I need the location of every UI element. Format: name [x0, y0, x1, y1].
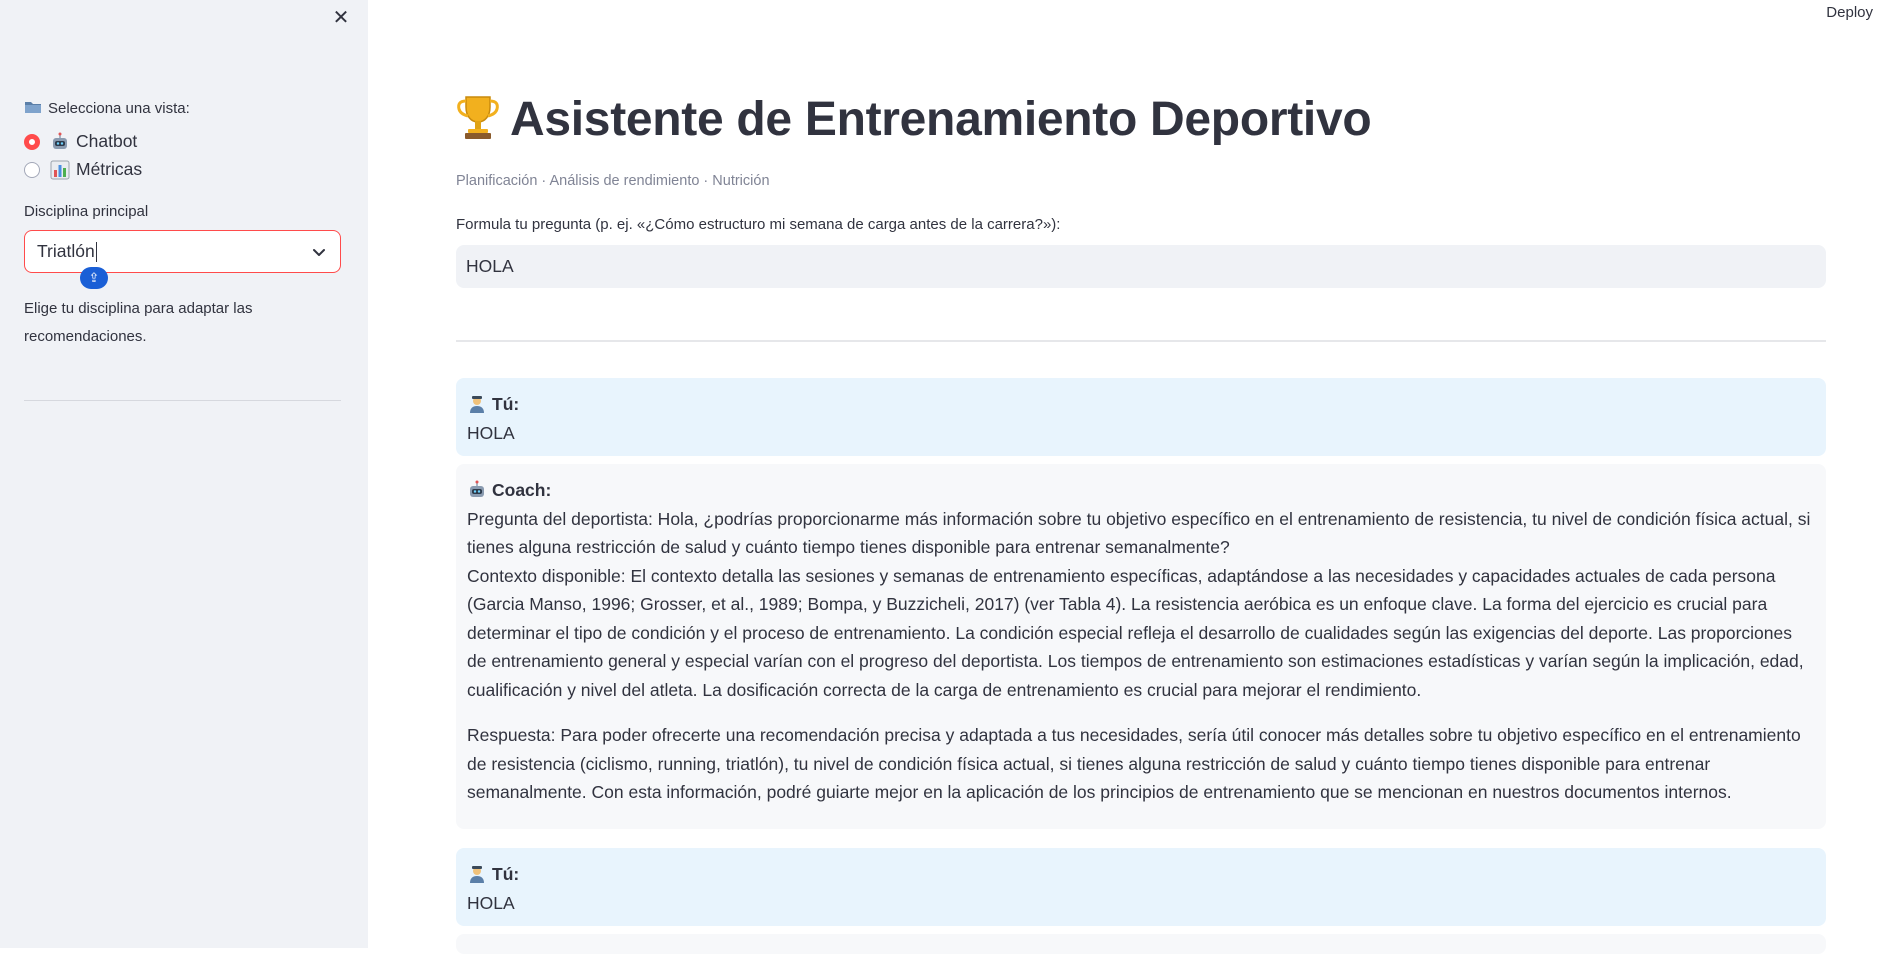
message-author: Coach:: [467, 476, 1815, 505]
robot-icon: [470, 480, 484, 498]
radio-label-chatbot: Chatbot: [76, 131, 138, 151]
discipline-select-value: Triatlón: [37, 241, 310, 263]
deploy-button[interactable]: Deploy: [1826, 4, 1873, 21]
coach-answer-line: Respuesta: Para poder ofrecerte una reco…: [467, 725, 1801, 802]
user-icon: [470, 866, 484, 884]
close-sidebar-button[interactable]: ✕: [329, 6, 353, 30]
input-assist-badge-icon[interactable]: ⇪: [80, 267, 108, 289]
discipline-label: Disciplina principal: [24, 203, 149, 220]
question-input[interactable]: [456, 245, 1826, 288]
radio-label-metricas: Métricas: [76, 159, 143, 179]
page-title-text: Asistente de Entrenamiento Deportivo: [510, 93, 1372, 146]
user-icon: [470, 396, 484, 414]
bar-chart-icon: [50, 160, 70, 179]
trophy-icon: [457, 96, 499, 139]
sidebar-divider: [24, 400, 341, 401]
discipline-select[interactable]: Triatlón: [24, 230, 341, 273]
message-text: HOLA: [467, 422, 515, 443]
message-author-text: Tú:: [492, 864, 520, 884]
close-icon: ✕: [332, 7, 350, 29]
sidebar: ✕ Selecciona una vista: Chatbot Métricas…: [0, 0, 368, 948]
main-divider: [456, 340, 1826, 342]
chat-message-user: Tú: HOLA: [456, 848, 1826, 926]
folder-icon: [25, 102, 41, 113]
message-author: Tú:: [467, 860, 1815, 889]
robot-icon: [53, 132, 67, 149]
page-title: Asistente de Entrenamiento Deportivo: [456, 92, 1372, 147]
view-selector-label-text: Selecciona una vista:: [48, 100, 190, 117]
radio-unselected-indicator[interactable]: [24, 161, 40, 178]
radio-option-chatbot[interactable]: Chatbot: [24, 131, 137, 152]
message-author: Tú:: [467, 390, 1815, 419]
radio-option-metricas[interactable]: Métricas: [24, 159, 142, 180]
chevron-down-icon: [313, 248, 325, 256]
radio-selected-indicator[interactable]: [24, 133, 40, 150]
coach-context-line: Contexto disponible: El contexto detalla…: [467, 565, 1804, 700]
message-author-text: Tú:: [492, 394, 520, 414]
coach-question-line: Pregunta del deportista: Hola, ¿podrías …: [467, 508, 1811, 558]
message-author-text: Coach:: [492, 480, 552, 500]
chat-message-coach-partial: [456, 934, 1826, 954]
discipline-help-text: Elige tu disciplina para adaptar las rec…: [24, 300, 253, 345]
question-label: Formula tu pregunta (p. ej. «¿Cómo estru…: [456, 216, 1061, 233]
message-text: HOLA: [467, 892, 515, 913]
view-selector-label: Selecciona una vista:: [24, 98, 190, 117]
page-subtitle: Planificación · Análisis de rendimiento …: [456, 173, 770, 189]
chat-message-coach: Coach: Pregunta del deportista: Hola, ¿p…: [456, 464, 1826, 829]
chat-message-user: Tú: HOLA: [456, 378, 1826, 456]
